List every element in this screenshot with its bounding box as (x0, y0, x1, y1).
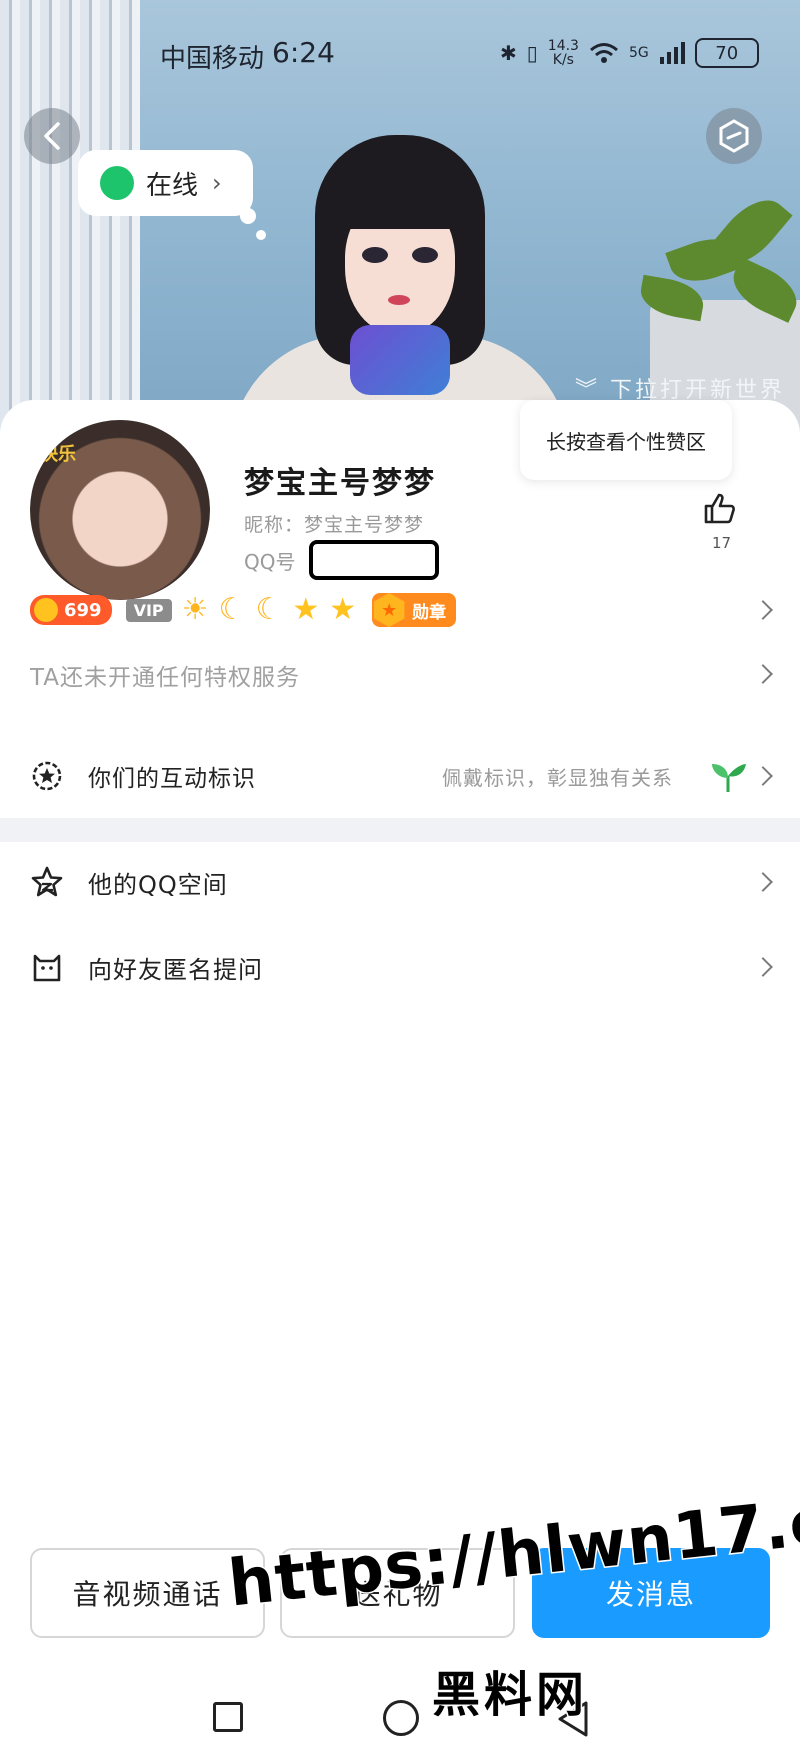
cat-box-icon (33, 954, 61, 982)
medal-badge: ★ 勋章 (372, 593, 457, 627)
watermark-site-name: 黑料网 (430, 1666, 589, 1725)
settings-button[interactable] (706, 108, 762, 164)
moon-icon: ☾ (255, 592, 283, 627)
online-status-bubble[interactable]: 在线 › (78, 150, 253, 216)
section-divider (0, 818, 800, 842)
carrier-name: 中国移动 (160, 44, 265, 74)
recent-apps-button[interactable] (213, 1702, 243, 1732)
clock: 6:24 (272, 36, 335, 69)
thumbs-up-icon[interactable] (702, 490, 738, 526)
status-bar: 中国移动 6:24 ✱ ▯ 14.3 K/s 5G 70 (0, 0, 800, 100)
vibrate-icon: ▯ (526, 41, 538, 65)
online-dot-icon (100, 166, 134, 200)
coin-badge: 699 (30, 595, 112, 625)
gear-star-icon (32, 761, 62, 791)
home-button[interactable] (383, 1700, 419, 1736)
interaction-badge-row[interactable]: 你们的互动标识 佩戴标识，彰显独有关系 (30, 746, 800, 806)
avatar-frame-tag: 快乐 (40, 444, 76, 465)
avatar-figure[interactable] (230, 135, 570, 440)
vip-badge: VIP (125, 598, 172, 622)
privilege-row[interactable]: TA还未开通任何特权服务 (30, 658, 300, 692)
chevron-right-icon (753, 600, 773, 620)
bluetooth-icon: ✱ (500, 41, 517, 65)
sprout-icon (712, 764, 746, 792)
qq-number-redaction (309, 540, 440, 580)
chevron-right-icon (753, 766, 773, 786)
chevron-left-icon (44, 122, 60, 150)
interaction-desc: 佩戴标识，彰显独有关系 (442, 765, 673, 790)
wifi-icon (589, 43, 618, 63)
signal-icon (659, 42, 685, 64)
network-type: 5G (628, 45, 649, 61)
moon-icon: ☾ (218, 592, 246, 627)
nickname-value: 梦宝主号梦梦 (304, 514, 425, 536)
chevron-right-icon (753, 664, 773, 684)
chevron-right-icon (753, 872, 773, 892)
bubble-tail (256, 230, 266, 240)
star-outline-icon (31, 866, 63, 897)
interaction-label: 你们的互动标识 (88, 766, 256, 792)
sun-icon: ☀ (181, 592, 209, 627)
qq-number-row: QQ号 (244, 540, 440, 580)
qzone-label: 他的QQ空间 (88, 870, 228, 899)
status-icons: ✱ ▯ 14.3 K/s 5G 70 (500, 38, 759, 68)
anonymous-question-row[interactable]: 向好友匿名提问 (30, 937, 800, 997)
back-button[interactable] (24, 108, 80, 164)
avatar-scene[interactable]: 在线 › ︾ 下拉打开新世界 中国移动 6:24 ✱ ▯ 14.3 K/s 5G (0, 0, 800, 440)
nickname-row: 昵称：梦宝主号梦梦 (244, 514, 425, 536)
hexagon-icon (719, 119, 749, 153)
qzone-row[interactable]: 他的QQ空间 (30, 852, 800, 912)
medal-icon: ★ (373, 593, 405, 627)
chevron-right-icon: › (212, 169, 222, 197)
coin-icon (34, 598, 58, 622)
profile-avatar[interactable]: 快乐 (30, 420, 210, 600)
network-speed: 14.3 K/s (547, 38, 579, 68)
badge-row[interactable]: 699 VIP ☀ ☾ ☾ ★ ★ ★ 勋章 (30, 580, 773, 640)
display-name: 梦宝主号梦梦 (244, 466, 436, 501)
battery-icon: 70 (694, 38, 759, 68)
like-count: 17 (712, 534, 732, 552)
like-tooltip: 长按查看个性赞区 (520, 400, 732, 480)
star-icon: ★ (292, 592, 320, 627)
anonymous-question-label: 向好友匿名提问 (88, 955, 263, 984)
online-status-text: 在线 (146, 170, 199, 201)
bubble-tail (240, 208, 256, 224)
system-nav-bar (0, 1680, 800, 1759)
star-icon: ★ (329, 592, 357, 627)
chevron-right-icon (753, 957, 773, 977)
